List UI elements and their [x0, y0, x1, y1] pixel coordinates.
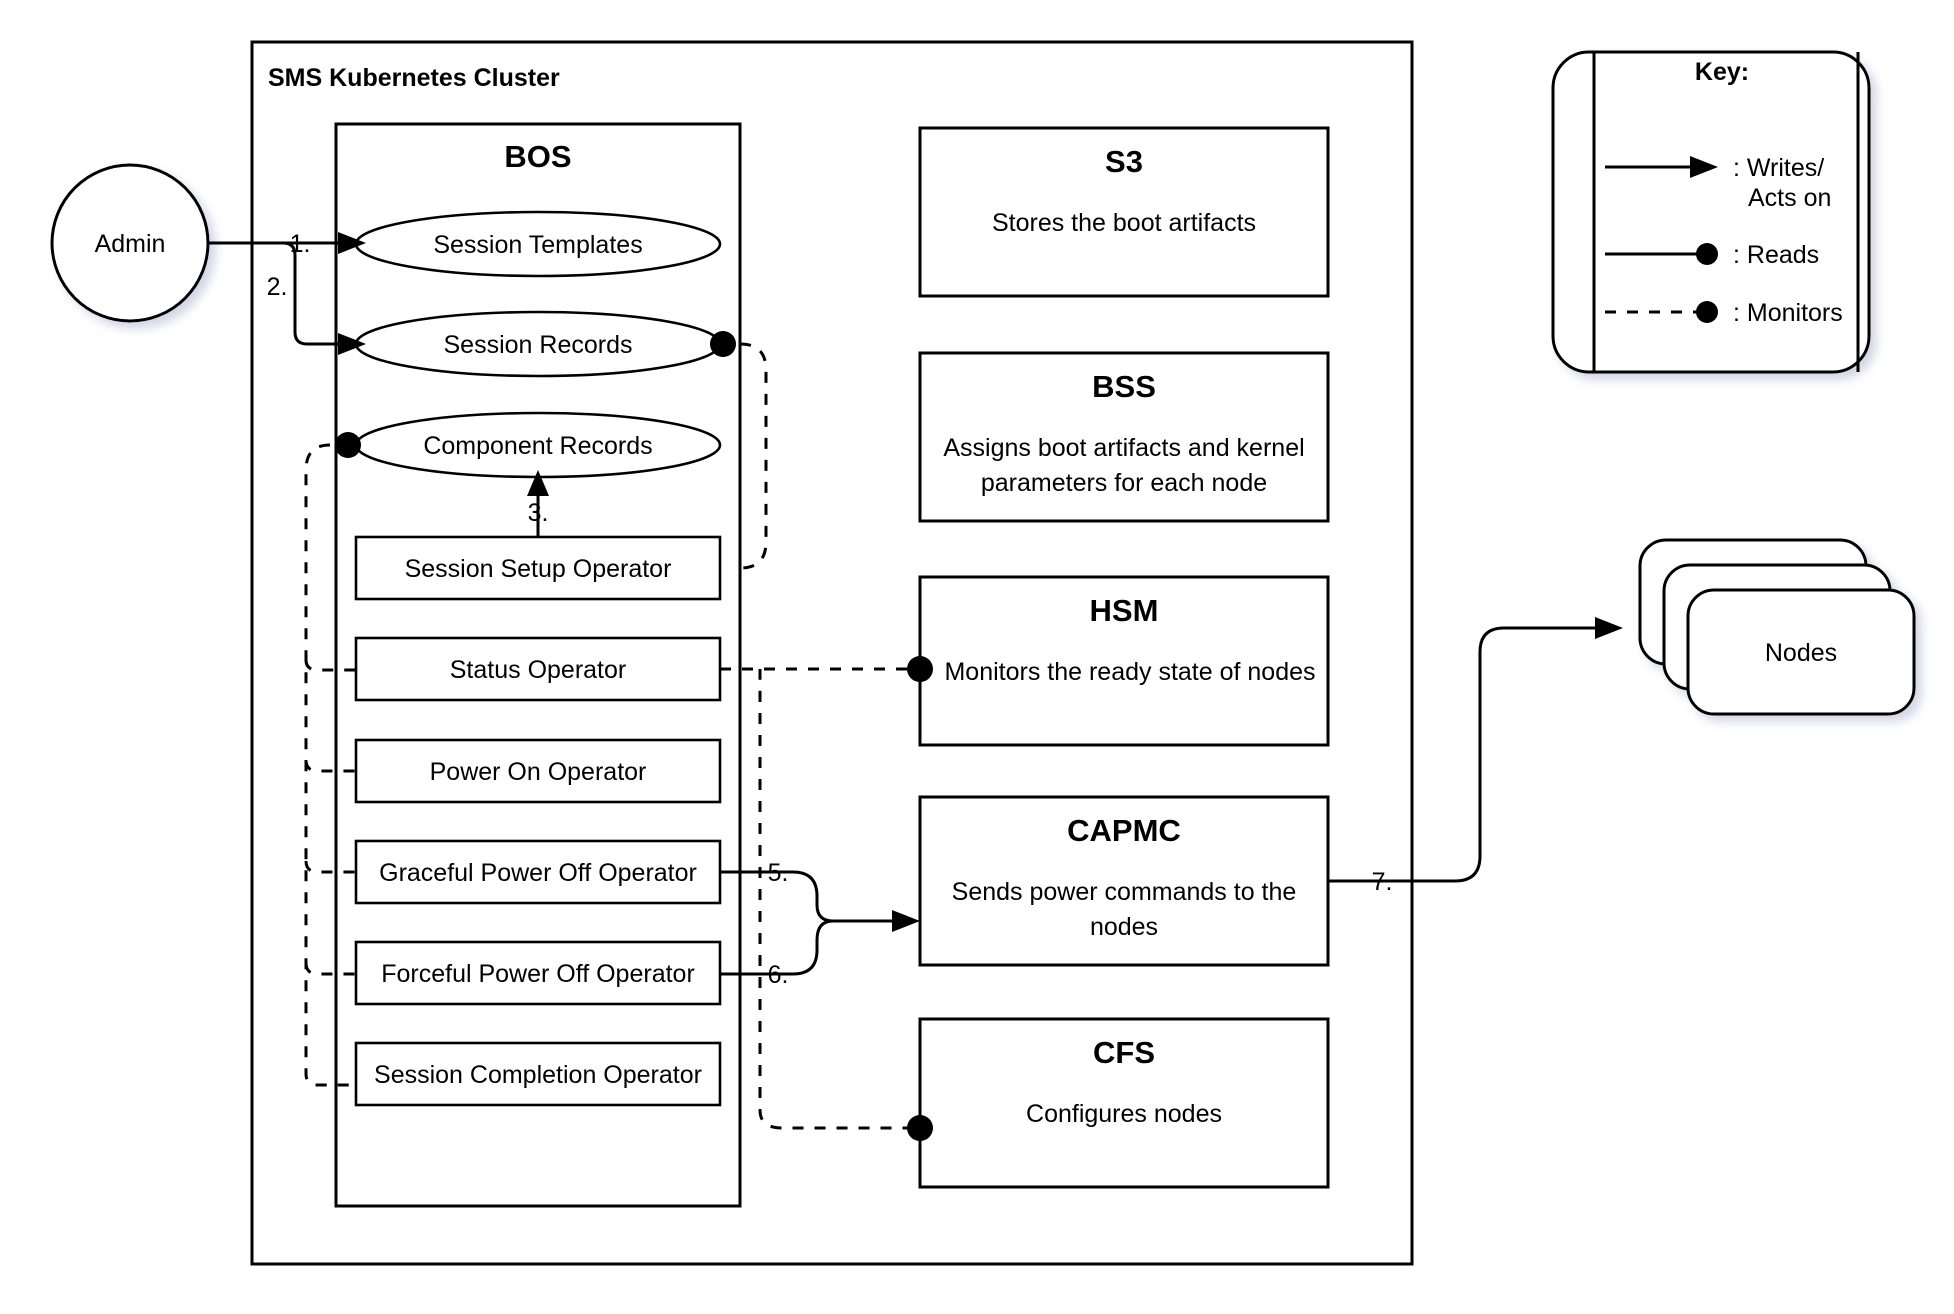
operator-status-label: Status Operator	[450, 656, 626, 684]
key-entry-writes-label-line1: : Writes/	[1733, 154, 1824, 182]
service-bss-desc-line2: parameters for each node	[981, 469, 1267, 497]
record-session-records-label: Session Records	[444, 331, 633, 359]
service-capmc-title: CAPMC	[1067, 813, 1181, 848]
service-capmc-desc-line2: nodes	[1090, 913, 1158, 941]
reads-dot-icon	[1696, 243, 1718, 265]
cfs-monitor-dot-icon	[907, 1115, 933, 1141]
service-hsm-title: HSM	[1090, 593, 1159, 628]
nodes-label: Nodes	[1765, 639, 1837, 667]
session-records-read-dot-icon	[710, 331, 736, 357]
service-s3-title: S3	[1105, 144, 1143, 179]
service-bss-title: BSS	[1092, 369, 1156, 404]
service-cfs-title: CFS	[1093, 1035, 1155, 1070]
hsm-monitor-dot-icon	[907, 656, 933, 682]
diagram-canvas: SMS Kubernetes Cluster Admin BOS Session…	[0, 0, 1954, 1314]
step-label-6: 6.	[768, 961, 789, 989]
key-entry-monitors-label: : Monitors	[1733, 299, 1843, 327]
record-session-templates-label: Session Templates	[433, 231, 642, 259]
component-records-read-dot-icon	[335, 432, 361, 458]
monitors-dot-icon	[1696, 301, 1718, 323]
admin-label: Admin	[95, 230, 166, 258]
service-cfs-desc: Configures nodes	[1026, 1100, 1222, 1128]
step-label-7: 7.	[1372, 868, 1393, 896]
step-label-2: 2.	[267, 273, 288, 301]
operator-session-completion-label: Session Completion Operator	[374, 1061, 702, 1089]
operator-power-on-label: Power On Operator	[430, 758, 647, 786]
service-capmc-desc-line1: Sends power commands to the	[952, 878, 1297, 906]
service-s3-desc: Stores the boot artifacts	[992, 209, 1256, 237]
operator-session-setup-label: Session Setup Operator	[405, 555, 672, 583]
key-entry-writes-label-line2: Acts on	[1748, 184, 1831, 212]
cluster-title: SMS Kubernetes Cluster	[268, 64, 560, 92]
record-component-records-label: Component Records	[423, 432, 652, 460]
key-entry-reads-label: : Reads	[1733, 241, 1819, 269]
bos-title: BOS	[504, 139, 571, 174]
operator-forceful-power-off-label: Forceful Power Off Operator	[381, 960, 695, 988]
service-bss-desc-line1: Assigns boot artifacts and kernel	[943, 434, 1304, 462]
operator-graceful-power-off-label: Graceful Power Off Operator	[379, 859, 697, 887]
key-title: Key:	[1695, 58, 1749, 86]
architecture-diagram: SMS Kubernetes Cluster Admin BOS Session…	[0, 0, 1954, 1314]
step-label-1: 1.	[290, 230, 311, 258]
nodes-stack[interactable]	[1638, 538, 1916, 716]
step-label-5: 5.	[768, 859, 789, 887]
step-label-3: 3.	[528, 499, 549, 527]
service-hsm-desc: Monitors the ready state of nodes	[944, 658, 1315, 686]
